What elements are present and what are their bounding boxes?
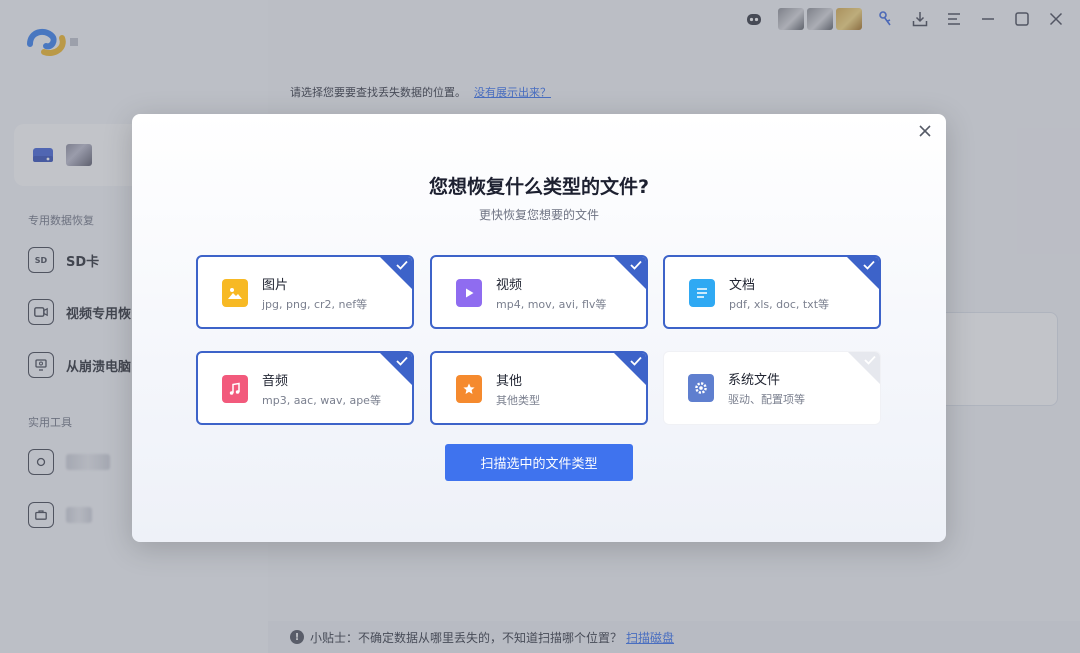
file-type-extensions: jpg, png, cr2, nef等: [262, 298, 368, 311]
file-type-audio[interactable]: 音频 mp3, aac, wav, ape等: [196, 351, 414, 425]
audio-file-icon: [222, 375, 248, 403]
file-type-other[interactable]: 其他 其他类型: [430, 351, 648, 425]
file-type-name: 其他: [496, 374, 523, 389]
checkmark-icon: [863, 260, 875, 270]
checkmark-icon: [396, 356, 408, 366]
file-type-extensions: pdf, xls, doc, txt等: [729, 298, 830, 311]
checkmark-icon: [396, 260, 408, 270]
file-type-system[interactable]: 系统文件 驱动、配置项等: [663, 351, 881, 425]
video-file-icon: [456, 279, 482, 307]
file-type-document[interactable]: 文档 pdf, xls, doc, txt等: [663, 255, 881, 329]
system-file-icon: [688, 374, 714, 402]
image-file-icon: [222, 279, 248, 307]
file-type-extensions: 其他类型: [496, 394, 540, 407]
close-icon: [919, 125, 931, 137]
dialog-title: 您想恢复什么类型的文件?: [428, 176, 650, 198]
file-type-extensions: mp3, aac, wav, ape等: [262, 394, 381, 407]
checkmark-icon: [630, 356, 642, 366]
file-type-dialog: 您想恢复什么类型的文件? 更快恢复您想要的文件 图片 jpg, png, cr2…: [132, 114, 946, 542]
file-type-name: 音频: [262, 374, 289, 389]
file-type-name: 文档: [729, 278, 756, 293]
file-type-video[interactable]: 视频 mp4, mov, avi, flv等: [430, 255, 648, 329]
file-type-extensions: 驱动、配置项等: [728, 393, 805, 406]
file-type-name: 图片: [262, 278, 289, 293]
checkmark-icon: [630, 260, 642, 270]
file-type-image[interactable]: 图片 jpg, png, cr2, nef等: [196, 255, 414, 329]
dialog-subtitle: 更快恢复您想要的文件: [478, 208, 599, 222]
document-file-icon: [689, 279, 715, 307]
checkmark-icon: [864, 355, 876, 365]
file-type-name: 视频: [496, 278, 523, 293]
file-type-name: 系统文件: [728, 373, 781, 388]
scan-selected-types-button[interactable]: 扫描选中的文件类型: [445, 444, 633, 481]
file-type-extensions: mp4, mov, avi, flv等: [496, 298, 607, 311]
dialog-close-button[interactable]: [914, 120, 936, 142]
other-file-icon: [456, 375, 482, 403]
